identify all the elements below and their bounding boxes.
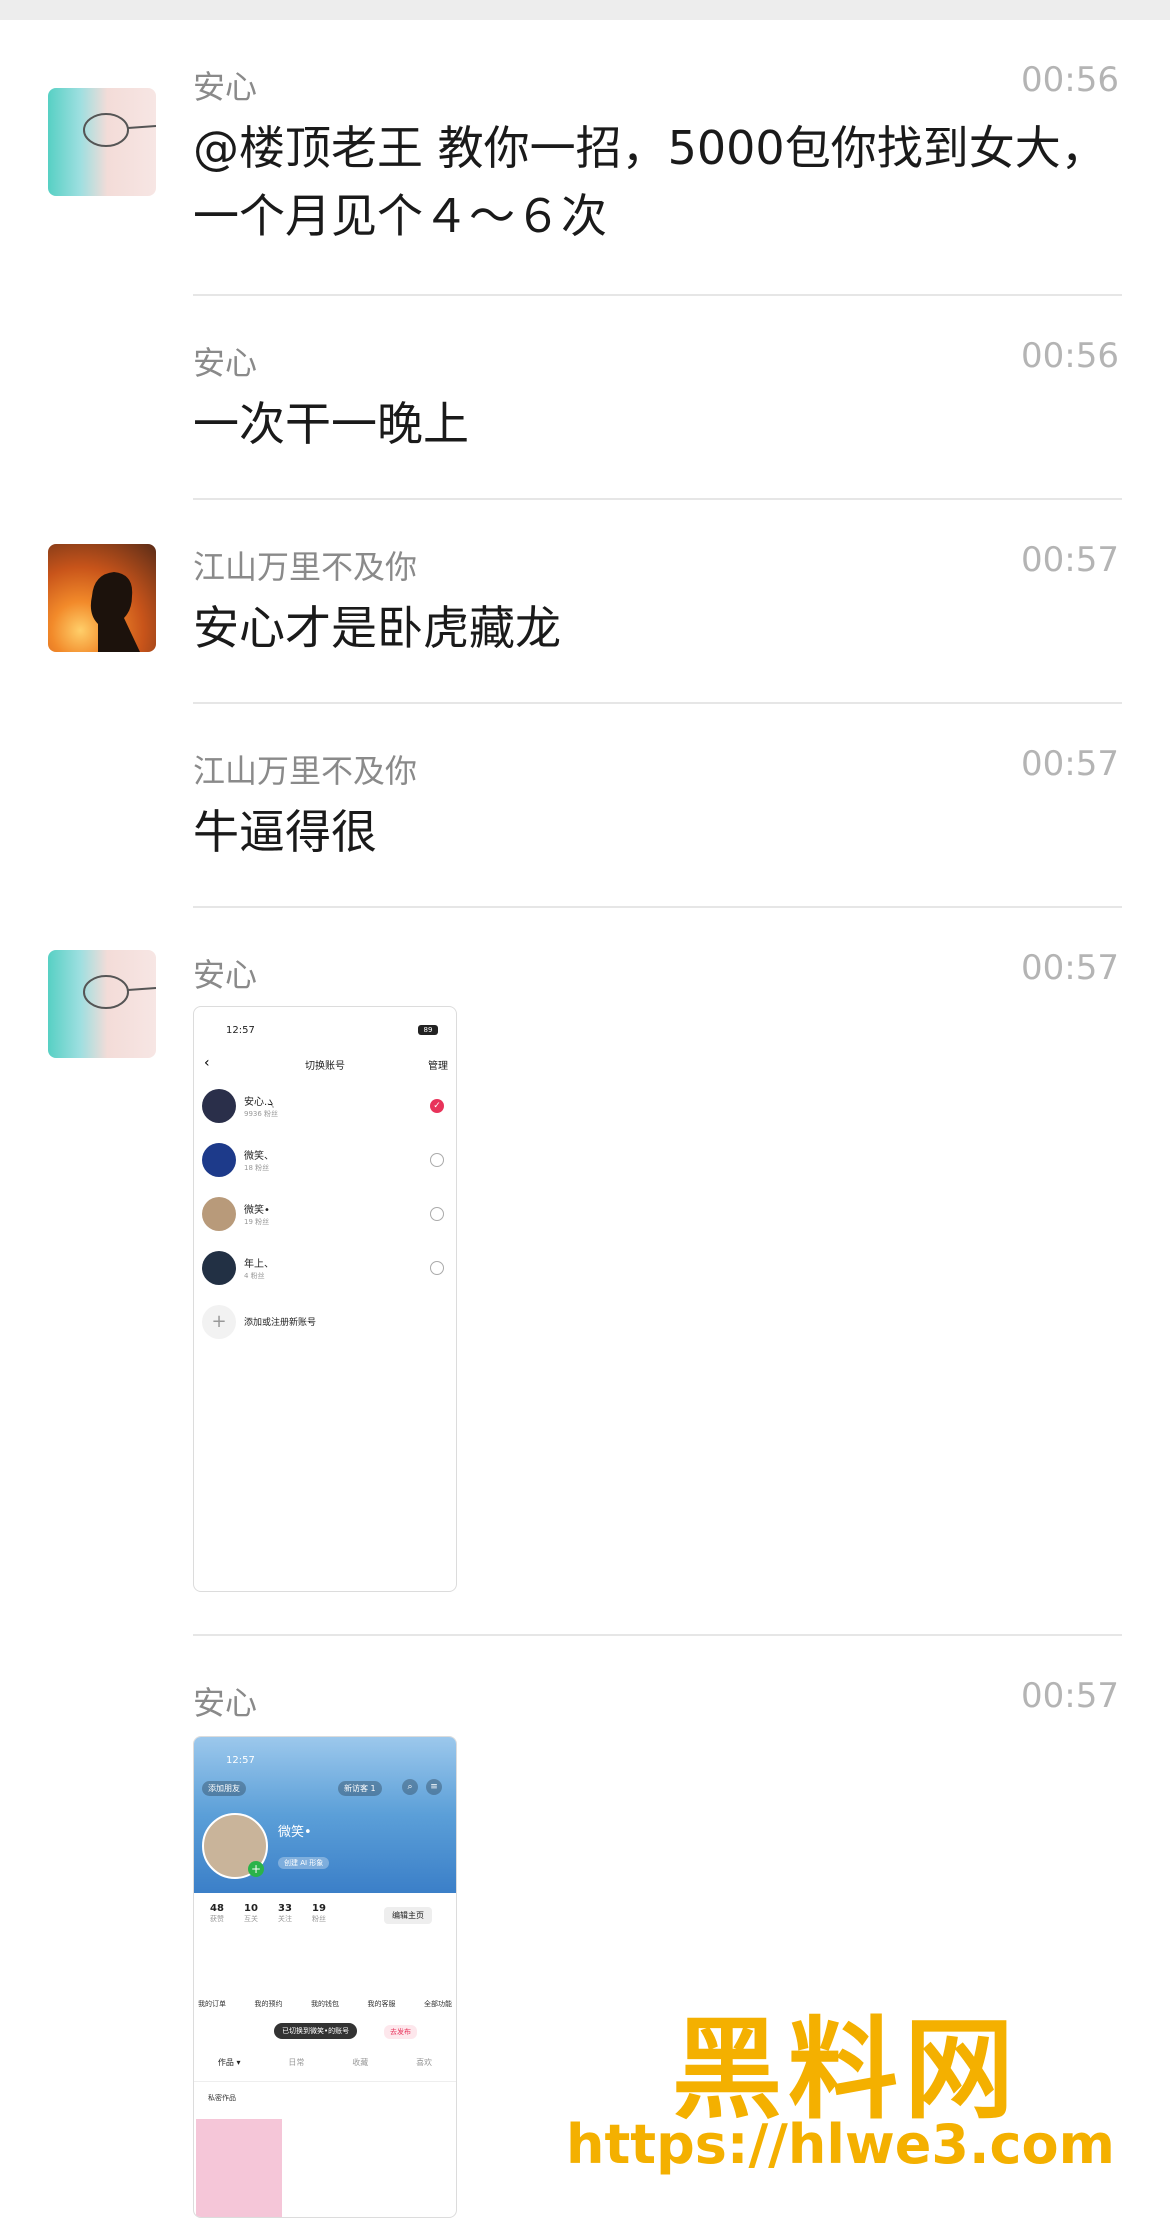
divider: [193, 702, 1122, 704]
radio-icon: [430, 1153, 444, 1167]
sender-name: 安心: [193, 344, 258, 382]
status-time: 12:57: [226, 1755, 255, 1766]
stat-number: 48: [210, 1903, 224, 1914]
toast: 已切换到微笑•的账号: [274, 2023, 358, 2039]
watermark-url: https://hlwe3.com: [566, 2113, 1115, 2176]
add-account-row[interactable]: + 添加或注册新账号: [202, 1303, 448, 1343]
stat-label: 互关: [244, 1915, 258, 1923]
stat-number: 10: [244, 1903, 258, 1914]
account-row[interactable]: 安心.ܓ 9936 粉丝 ✓: [202, 1087, 448, 1127]
publish-button[interactable]: 去发布: [384, 2025, 417, 2039]
create-ai-button[interactable]: 创建 AI 形象: [278, 1857, 330, 1869]
edit-profile-button[interactable]: 编辑主页: [384, 1907, 432, 1924]
message-time: 00:57: [1021, 948, 1119, 988]
divider: [193, 1634, 1122, 1636]
status-time: 12:57: [226, 1025, 255, 1036]
tab-daily[interactable]: 日常: [288, 2057, 304, 2081]
image-message[interactable]: 12:57 添加朋友 新访客 1 ⌕ ≡ + 微笑• 创建 AI 形象 48 获…: [193, 1736, 457, 2218]
account-fans: 19 粉丝: [244, 1218, 270, 1226]
message-text[interactable]: 一次干一晚上: [193, 390, 1123, 458]
check-icon: ✓: [430, 1099, 444, 1113]
tab-bar: 作品 ▾ 日常 收藏 喜欢: [194, 2057, 456, 2082]
avatar[interactable]: [48, 544, 156, 652]
sender-name: 江山万里不及你: [193, 548, 418, 586]
tab-likes[interactable]: 喜欢: [416, 2057, 432, 2081]
sender-name: 安心: [193, 1684, 258, 1722]
search-icon[interactable]: ⌕: [402, 1779, 418, 1795]
account-name: 微笑、: [244, 1151, 274, 1162]
menu-item[interactable]: 我的订单: [198, 1981, 226, 2015]
silhouette-icon: [90, 572, 140, 652]
message-time: 00:57: [1021, 744, 1119, 784]
menu-item[interactable]: 我的预约: [255, 1981, 283, 2015]
sender-name: 安心: [193, 956, 258, 994]
private-works[interactable]: 私密作品: [208, 2093, 236, 2103]
add-friend-button[interactable]: 添加朋友: [202, 1781, 246, 1796]
manage-link[interactable]: 管理: [428, 1057, 448, 1072]
menu-item[interactable]: 我的钱包: [311, 1981, 339, 2015]
avatar[interactable]: [48, 950, 156, 1058]
add-icon[interactable]: +: [248, 1861, 264, 1877]
menu-item[interactable]: 全部功能: [424, 1981, 452, 2015]
stat[interactable]: 48 获赞: [202, 1903, 232, 1924]
avatar: [202, 1251, 236, 1285]
account-name: 安心.ܓ: [244, 1097, 274, 1108]
message-text-line: @楼顶老王 教你一招，5000包你找到女大，: [193, 121, 1107, 175]
stat-label: 获赞: [210, 1915, 224, 1923]
avatar: [202, 1089, 236, 1123]
radio-icon: [430, 1207, 444, 1221]
message-text-line: 一个月见个４～６次: [193, 189, 607, 243]
visitors-button[interactable]: 新访客 1: [338, 1781, 382, 1796]
glasses-icon: [83, 975, 156, 1009]
avatar: [202, 1197, 236, 1231]
tab-works[interactable]: 作品 ▾: [218, 2057, 241, 2081]
menu-icon[interactable]: ≡: [426, 1779, 442, 1795]
image-message[interactable]: 12:57 89 ‹ 切换账号 管理 安心.ܓ 9936 粉丝 ✓ 微笑、 18…: [193, 1006, 457, 1592]
account-name: 年上、: [244, 1259, 274, 1270]
page-title: 切换账号: [305, 1061, 345, 1072]
account-fans: 9936 粉丝: [244, 1110, 279, 1118]
message-time: 00:56: [1021, 60, 1119, 100]
video-thumbnail[interactable]: [196, 2119, 282, 2217]
glasses-icon: [83, 113, 156, 147]
account-fans: 18 粉丝: [244, 1164, 270, 1172]
divider: [193, 294, 1122, 296]
divider: [193, 498, 1122, 500]
message-time: 00:56: [1021, 336, 1119, 376]
stat[interactable]: 19 粉丝: [304, 1903, 334, 1924]
stat-label: 粉丝: [312, 1915, 326, 1923]
account-row[interactable]: 年上、 4 粉丝: [202, 1249, 448, 1289]
plus-icon: +: [202, 1305, 236, 1339]
profile-name: 微笑•: [278, 1825, 312, 1840]
feature-menu: 我的订单 我的预约 我的钱包 我的客服 全部功能: [198, 1981, 452, 2015]
sender-name: 江山万里不及你: [193, 752, 418, 790]
stat-label: 关注: [278, 1915, 292, 1923]
message-text[interactable]: @楼顶老王 教你一招，5000包你找到女大， 一个月见个４～６次: [193, 114, 1123, 250]
sender-name: 安心: [193, 68, 258, 106]
message-text[interactable]: 牛逼得很: [193, 798, 1123, 866]
message-time: 00:57: [1021, 540, 1119, 580]
account-name: 微笑•: [244, 1205, 270, 1216]
stat-number: 19: [312, 1903, 326, 1914]
message-time: 00:57: [1021, 1676, 1119, 1716]
tab-favorites[interactable]: 收藏: [352, 2057, 368, 2081]
menu-item[interactable]: 我的客服: [368, 1981, 396, 2015]
battery-icon: 89: [418, 1025, 438, 1035]
stat[interactable]: 10 互关: [236, 1903, 266, 1924]
account-row[interactable]: 微笑、 18 粉丝: [202, 1141, 448, 1181]
top-bar: [0, 0, 1170, 20]
radio-icon: [430, 1261, 444, 1275]
stat-number: 33: [278, 1903, 292, 1914]
account-row[interactable]: 微笑• 19 粉丝: [202, 1195, 448, 1235]
avatar[interactable]: [48, 88, 156, 196]
add-account-label: 添加或注册新账号: [244, 1318, 317, 1328]
stat[interactable]: 33 关注: [270, 1903, 300, 1924]
divider: [193, 906, 1122, 908]
avatar: [202, 1143, 236, 1177]
account-fans: 4 粉丝: [244, 1272, 265, 1280]
message-text[interactable]: 安心才是卧虎藏龙: [193, 594, 1123, 662]
